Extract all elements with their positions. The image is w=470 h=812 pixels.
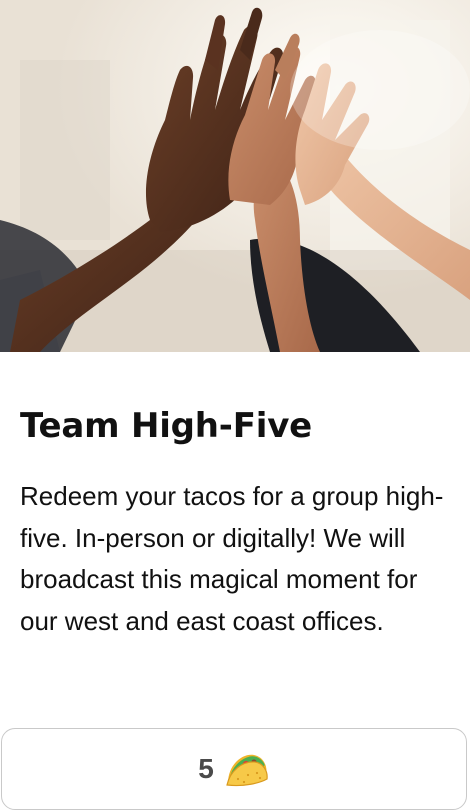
reward-title: Team High-Five [20,406,313,446]
reward-description: Redeem your tacos for a group high-five.… [20,481,444,636]
redeem-button[interactable]: 5 [1,728,467,810]
reward-card: Team High-Five Redeem your tacos for a g… [0,0,470,812]
taco-price: 5 [198,753,214,784]
taco-icon [224,749,270,789]
high-five-photo [0,0,470,352]
